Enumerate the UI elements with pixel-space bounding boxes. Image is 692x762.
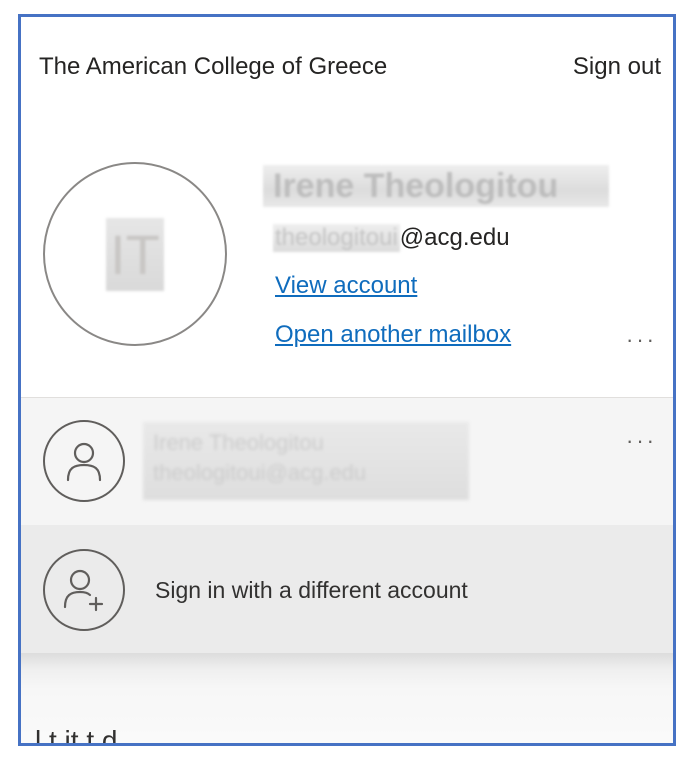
other-account-details-redacted: Irene Theologitou theologitoui@acg.edu — [143, 422, 469, 500]
sign-in-different-account-label: Sign in with a different account — [155, 577, 468, 603]
organization-name: The American College of Greece — [39, 53, 388, 80]
other-account-more-options-icon[interactable]: ··· — [626, 428, 657, 454]
sign-in-different-account-button[interactable]: Sign in with a different account — [21, 525, 673, 653]
other-account-email: theologitoui@acg.edu — [153, 460, 367, 485]
add-person-icon — [43, 549, 125, 631]
view-account-link[interactable]: View account — [275, 272, 417, 300]
profile-email: theologitoui@acg.edu — [273, 224, 510, 252]
other-account-name: Irene Theologitou — [153, 430, 324, 455]
background-content: l t it t d — [21, 653, 673, 743]
background-peek-text: l t it t d — [35, 725, 118, 746]
person-icon — [43, 420, 125, 502]
account-header: The American College of Greece Sign out — [21, 17, 673, 117]
sign-out-link[interactable]: Sign out — [573, 53, 661, 81]
profile-more-options-icon[interactable]: ··· — [626, 327, 657, 353]
email-username-redacted: theologitoui — [273, 224, 400, 252]
other-account-row[interactable]: Irene Theologitou theologitoui@acg.edu ·… — [21, 397, 673, 526]
open-another-mailbox-link[interactable]: Open another mailbox — [275, 321, 511, 349]
profile-avatar[interactable]: IT — [43, 162, 227, 346]
email-domain: @acg.edu — [399, 224, 510, 251]
account-manager-panel: The American College of Greece Sign out … — [18, 14, 676, 746]
avatar-initials: IT — [106, 217, 164, 291]
profile-name: Irene Theologitou — [263, 165, 609, 207]
